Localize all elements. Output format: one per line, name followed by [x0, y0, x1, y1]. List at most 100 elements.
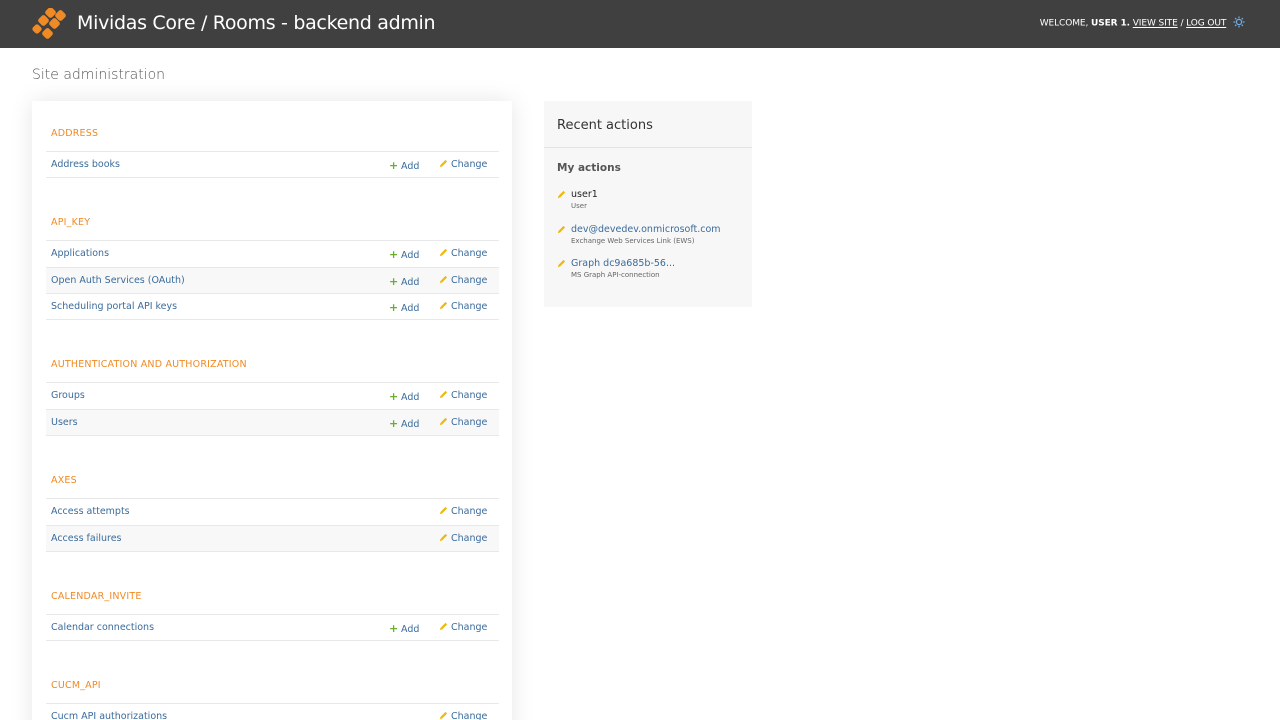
- recent-action-type: MS Graph API-connection: [571, 271, 660, 279]
- module-caption[interactable]: AXES: [51, 475, 77, 486]
- model-link[interactable]: Groups: [51, 390, 85, 401]
- model-link[interactable]: Applications: [51, 248, 109, 259]
- change-label: Change: [451, 159, 488, 170]
- add-label: Add: [401, 303, 420, 314]
- pencil-icon: [439, 533, 448, 541]
- model-row: Access failures Change: [46, 524, 499, 552]
- page-heading: Site administration: [32, 67, 166, 83]
- change-label: Change: [451, 711, 488, 720]
- add-label: Add: [401, 276, 420, 288]
- pencil-icon: [439, 301, 448, 310]
- pencil-icon: [557, 259, 566, 268]
- module-caption[interactable]: CUCM_API: [51, 680, 101, 691]
- model-row: Calendar connections + Add Change: [46, 614, 499, 641]
- recent-action-name: user1: [571, 189, 598, 200]
- recent-actions-title: Recent actions: [557, 118, 653, 133]
- change-link[interactable]: Change: [439, 159, 487, 170]
- plus-icon: +: [389, 248, 399, 261]
- plus-icon: +: [389, 416, 399, 430]
- recent-actions-panel: Recent actions My actions user1 User dev@d…: [544, 101, 752, 307]
- user-tools: WELCOME, USER 1. VIEW SITE / LOG OUT: [1039, 16, 1245, 29]
- model-link[interactable]: Scheduling portal API keys: [51, 301, 177, 312]
- add-link[interactable]: + Add: [389, 159, 419, 172]
- plus-icon: +: [389, 301, 399, 314]
- model-link[interactable]: Calendar connections: [51, 622, 154, 633]
- add-label: Add: [401, 250, 420, 261]
- add-link[interactable]: + Add: [389, 275, 419, 288]
- model-row: Address books + Add Change: [46, 151, 499, 178]
- pencil-icon: [439, 417, 448, 425]
- model-row: Users + Add Change: [46, 408, 499, 436]
- change-label: Change: [451, 416, 488, 428]
- add-label: Add: [401, 392, 420, 403]
- module-caption[interactable]: CALENDAR_INVITE: [51, 591, 142, 602]
- pencil-icon: [439, 622, 448, 631]
- model-link[interactable]: Cucm API authorizations: [51, 711, 167, 720]
- add-label: Add: [401, 624, 420, 635]
- add-link[interactable]: + Add: [389, 390, 419, 403]
- my-actions-title: My actions: [557, 162, 621, 174]
- model-row: Cucm API authorizations Change: [46, 703, 499, 720]
- change-link[interactable]: Change: [439, 248, 487, 259]
- add-label: Add: [401, 418, 420, 430]
- recent-action-name[interactable]: Graph dc9a685b-56...: [571, 258, 675, 269]
- change-link[interactable]: Change: [439, 533, 487, 544]
- model-link[interactable]: Open Auth Services (OAuth): [51, 275, 185, 286]
- change-link[interactable]: Change: [439, 301, 487, 312]
- model-link[interactable]: Users: [51, 417, 78, 428]
- change-label: Change: [451, 248, 488, 259]
- recent-action-type: Exchange Web Services Link (EWS): [571, 237, 695, 245]
- change-label: Change: [451, 390, 488, 401]
- pencil-icon: [439, 159, 448, 168]
- recent-action-type: User: [571, 202, 587, 210]
- pencil-icon: [439, 711, 448, 720]
- change-link[interactable]: Change: [439, 275, 487, 286]
- change-label: Change: [451, 622, 488, 633]
- change-link[interactable]: Change: [439, 622, 487, 633]
- model-link[interactable]: Access failures: [51, 533, 122, 544]
- change-link[interactable]: Change: [439, 390, 487, 401]
- pencil-icon: [557, 225, 566, 234]
- log-out-link[interactable]: LOG OUT: [1186, 19, 1226, 29]
- theme-toggle-icon[interactable]: [1233, 16, 1245, 28]
- plus-icon: +: [389, 622, 399, 635]
- divider: [544, 147, 752, 148]
- add-link[interactable]: + Add: [389, 622, 419, 635]
- change-link[interactable]: Change: [439, 417, 487, 428]
- plus-icon: +: [389, 159, 399, 172]
- pencil-icon: [439, 248, 448, 257]
- separator: /: [1180, 18, 1184, 29]
- model-row: Groups + Add Change: [46, 382, 499, 409]
- add-link[interactable]: + Add: [389, 301, 419, 314]
- model-link[interactable]: Access attempts: [51, 506, 130, 517]
- change-label: Change: [451, 274, 488, 286]
- site-title[interactable]: Mividas Core / Rooms - backend admin: [77, 12, 436, 34]
- pencil-icon: [557, 190, 566, 199]
- change-label: Change: [451, 301, 488, 312]
- model-row: Access attempts Change: [46, 498, 499, 525]
- view-site-link[interactable]: VIEW SITE: [1133, 19, 1178, 29]
- model-row: Open Auth Services (OAuth) + Add Change: [46, 266, 499, 294]
- module-caption[interactable]: AUTHENTICATION AND AUTHORIZATION: [51, 359, 247, 370]
- recent-action-name[interactable]: dev@devedev.onmicrosoft.com: [571, 224, 721, 235]
- pencil-icon: [439, 275, 448, 283]
- module-caption[interactable]: ADDRESS: [51, 128, 98, 139]
- change-link[interactable]: Change: [439, 711, 487, 720]
- mividas-logo-icon[interactable]: [32, 8, 66, 40]
- app-list: ADDRESS Address books + Add Change API_KEY App…: [32, 101, 512, 720]
- pencil-icon: [439, 390, 448, 399]
- model-row: Scheduling portal API keys + Add Change: [46, 293, 499, 320]
- plus-icon: +: [389, 390, 399, 403]
- add-link[interactable]: + Add: [389, 248, 419, 261]
- add-label: Add: [401, 161, 420, 172]
- change-label: Change: [451, 506, 488, 517]
- add-link[interactable]: + Add: [389, 417, 419, 430]
- module-caption[interactable]: API_KEY: [51, 217, 90, 228]
- welcome-text: WELCOME,: [1039, 18, 1089, 29]
- user-name: USER 1.: [1091, 18, 1130, 29]
- model-row: Applications + Add Change: [46, 240, 499, 267]
- header-bar: Mividas Core / Rooms - backend admin WEL…: [0, 0, 1280, 48]
- model-link[interactable]: Address books: [51, 159, 120, 170]
- pencil-icon: [439, 506, 448, 515]
- change-link[interactable]: Change: [439, 506, 487, 517]
